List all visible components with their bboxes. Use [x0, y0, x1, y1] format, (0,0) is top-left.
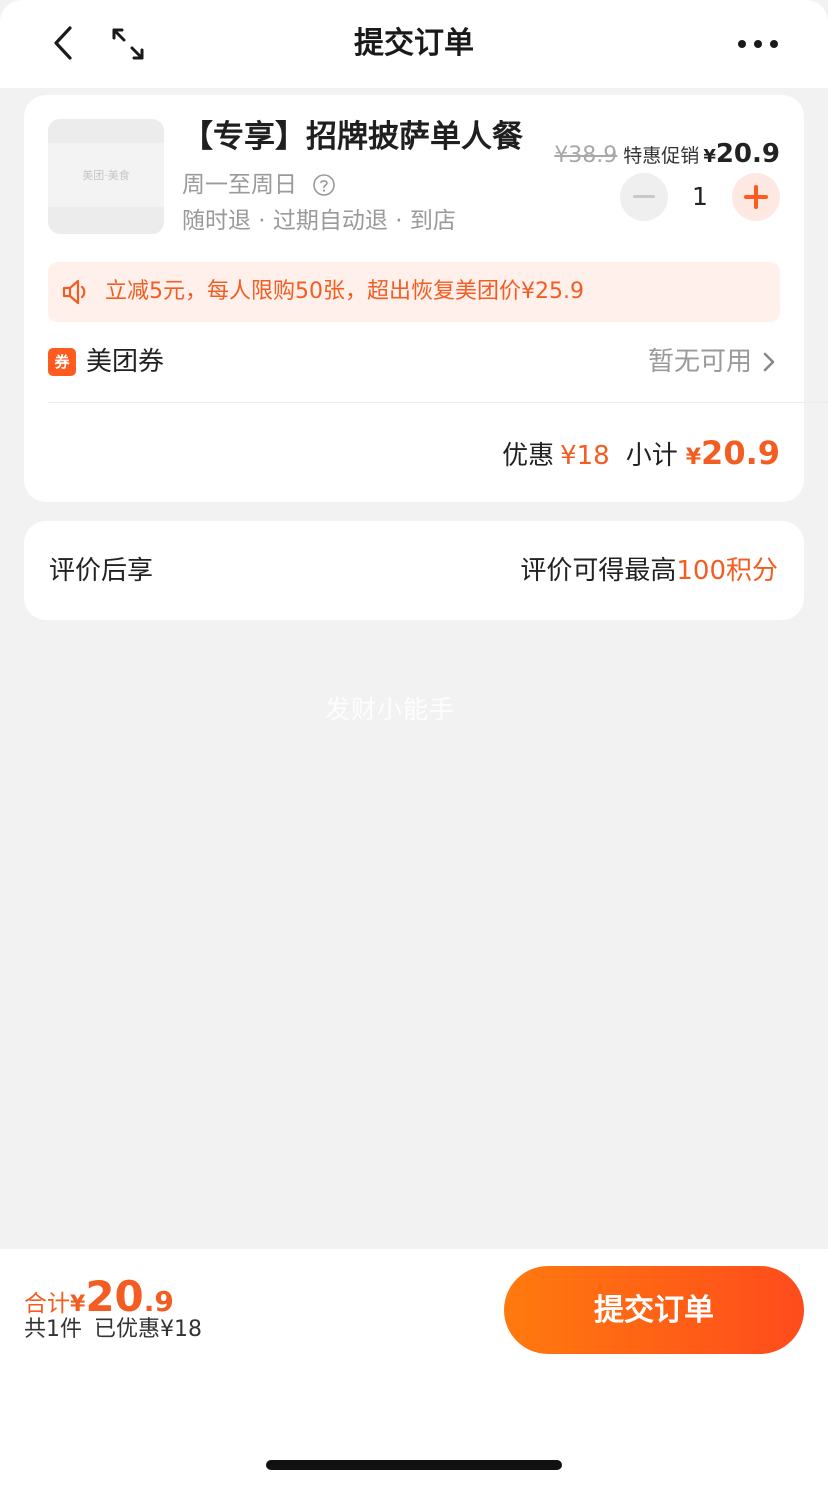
submit-order-button[interactable]: 提交订单 [504, 1266, 804, 1354]
coupon-availability[interactable]: 暂无可用 [648, 343, 752, 381]
saved-amount: 已优惠¥18 [94, 1317, 202, 1342]
product-thumbnail[interactable]: 美团·美食 [48, 119, 164, 234]
review-reward-card[interactable]: 评价后享 评价可得最高100积分 [24, 521, 804, 620]
coupon-label[interactable]: 美团券 [86, 343, 164, 381]
review-reward-label: 评价后享 [49, 556, 154, 586]
thumbnail-logo: 美团·美食 [82, 169, 130, 182]
product-title: 【专享】招牌披萨单人餐 [182, 119, 523, 155]
question-circle-icon[interactable] [312, 173, 336, 197]
review-reward-prefix: 评价可得最高 [520, 556, 677, 586]
watermark: 发财小能手 [324, 695, 455, 724]
page-title: 提交订单 [354, 26, 474, 61]
price-symbol: ¥ [703, 146, 716, 167]
item-count: 共1件 [24, 1317, 82, 1342]
home-indicator [266, 1460, 562, 1470]
product-valid-days: 周一至周日 [182, 172, 297, 198]
checkout-bar: 合计¥20.9 共1件 已优惠¥18 提交订单 [0, 1249, 828, 1487]
promo-tag: 特惠促销 [623, 145, 700, 167]
original-price: ¥38.9 [554, 143, 618, 168]
subtotal-amount: 20.9 [701, 434, 780, 472]
subtotal-symbol: ¥ [685, 445, 702, 470]
top-nav-bar: 提交订单 [0, 0, 828, 88]
promo-notice-text: 立减5元，每人限购50张，超出恢复美团价¥25.9 [105, 279, 584, 304]
order-item-card: 美团·美食 【专享】招牌披萨单人餐 周一至周日 随时退 · 过期自动退 · 到店… [24, 95, 828, 502]
chevron-right-icon[interactable] [760, 349, 778, 375]
product-rules: 随时退 · 过期自动退 · 到店 [182, 208, 456, 234]
discount-label: 优惠 [502, 441, 555, 471]
total-label: 合计 [24, 1291, 70, 1317]
price-summary: 优惠 ¥18 小计 ¥20.9 [502, 431, 780, 481]
divider [48, 402, 828, 403]
promo-notice: 立减5元，每人限购50张，超出恢复美团价¥25.9 [48, 262, 780, 322]
review-reward-info: 评价可得最高100积分 [520, 552, 778, 590]
review-reward-points: 100积分 [676, 556, 778, 586]
quantity-decrease-button[interactable] [620, 173, 668, 221]
speaker-icon [62, 279, 86, 305]
more-options-icon[interactable] [734, 30, 782, 58]
coupon-badge-icon: 券 [48, 348, 76, 376]
quantity-value: 1 [692, 182, 708, 211]
price-row: ¥38.9 特惠促销 ¥20.9 [554, 137, 780, 174]
total-integer: 20 [85, 1272, 144, 1321]
subtotal-value: ¥20.9 [686, 434, 780, 472]
total-symbol: ¥ [70, 1292, 86, 1317]
price-value: 20.9 [715, 139, 780, 169]
discount-value: ¥18 [560, 441, 610, 471]
current-price: ¥20.9 [703, 139, 780, 169]
order-count-info: 共1件 已优惠¥18 [24, 1315, 202, 1345]
total-decimal: .9 [143, 1285, 174, 1318]
quantity-increase-button[interactable] [732, 173, 780, 221]
subtotal-label: 小计 [625, 441, 678, 471]
